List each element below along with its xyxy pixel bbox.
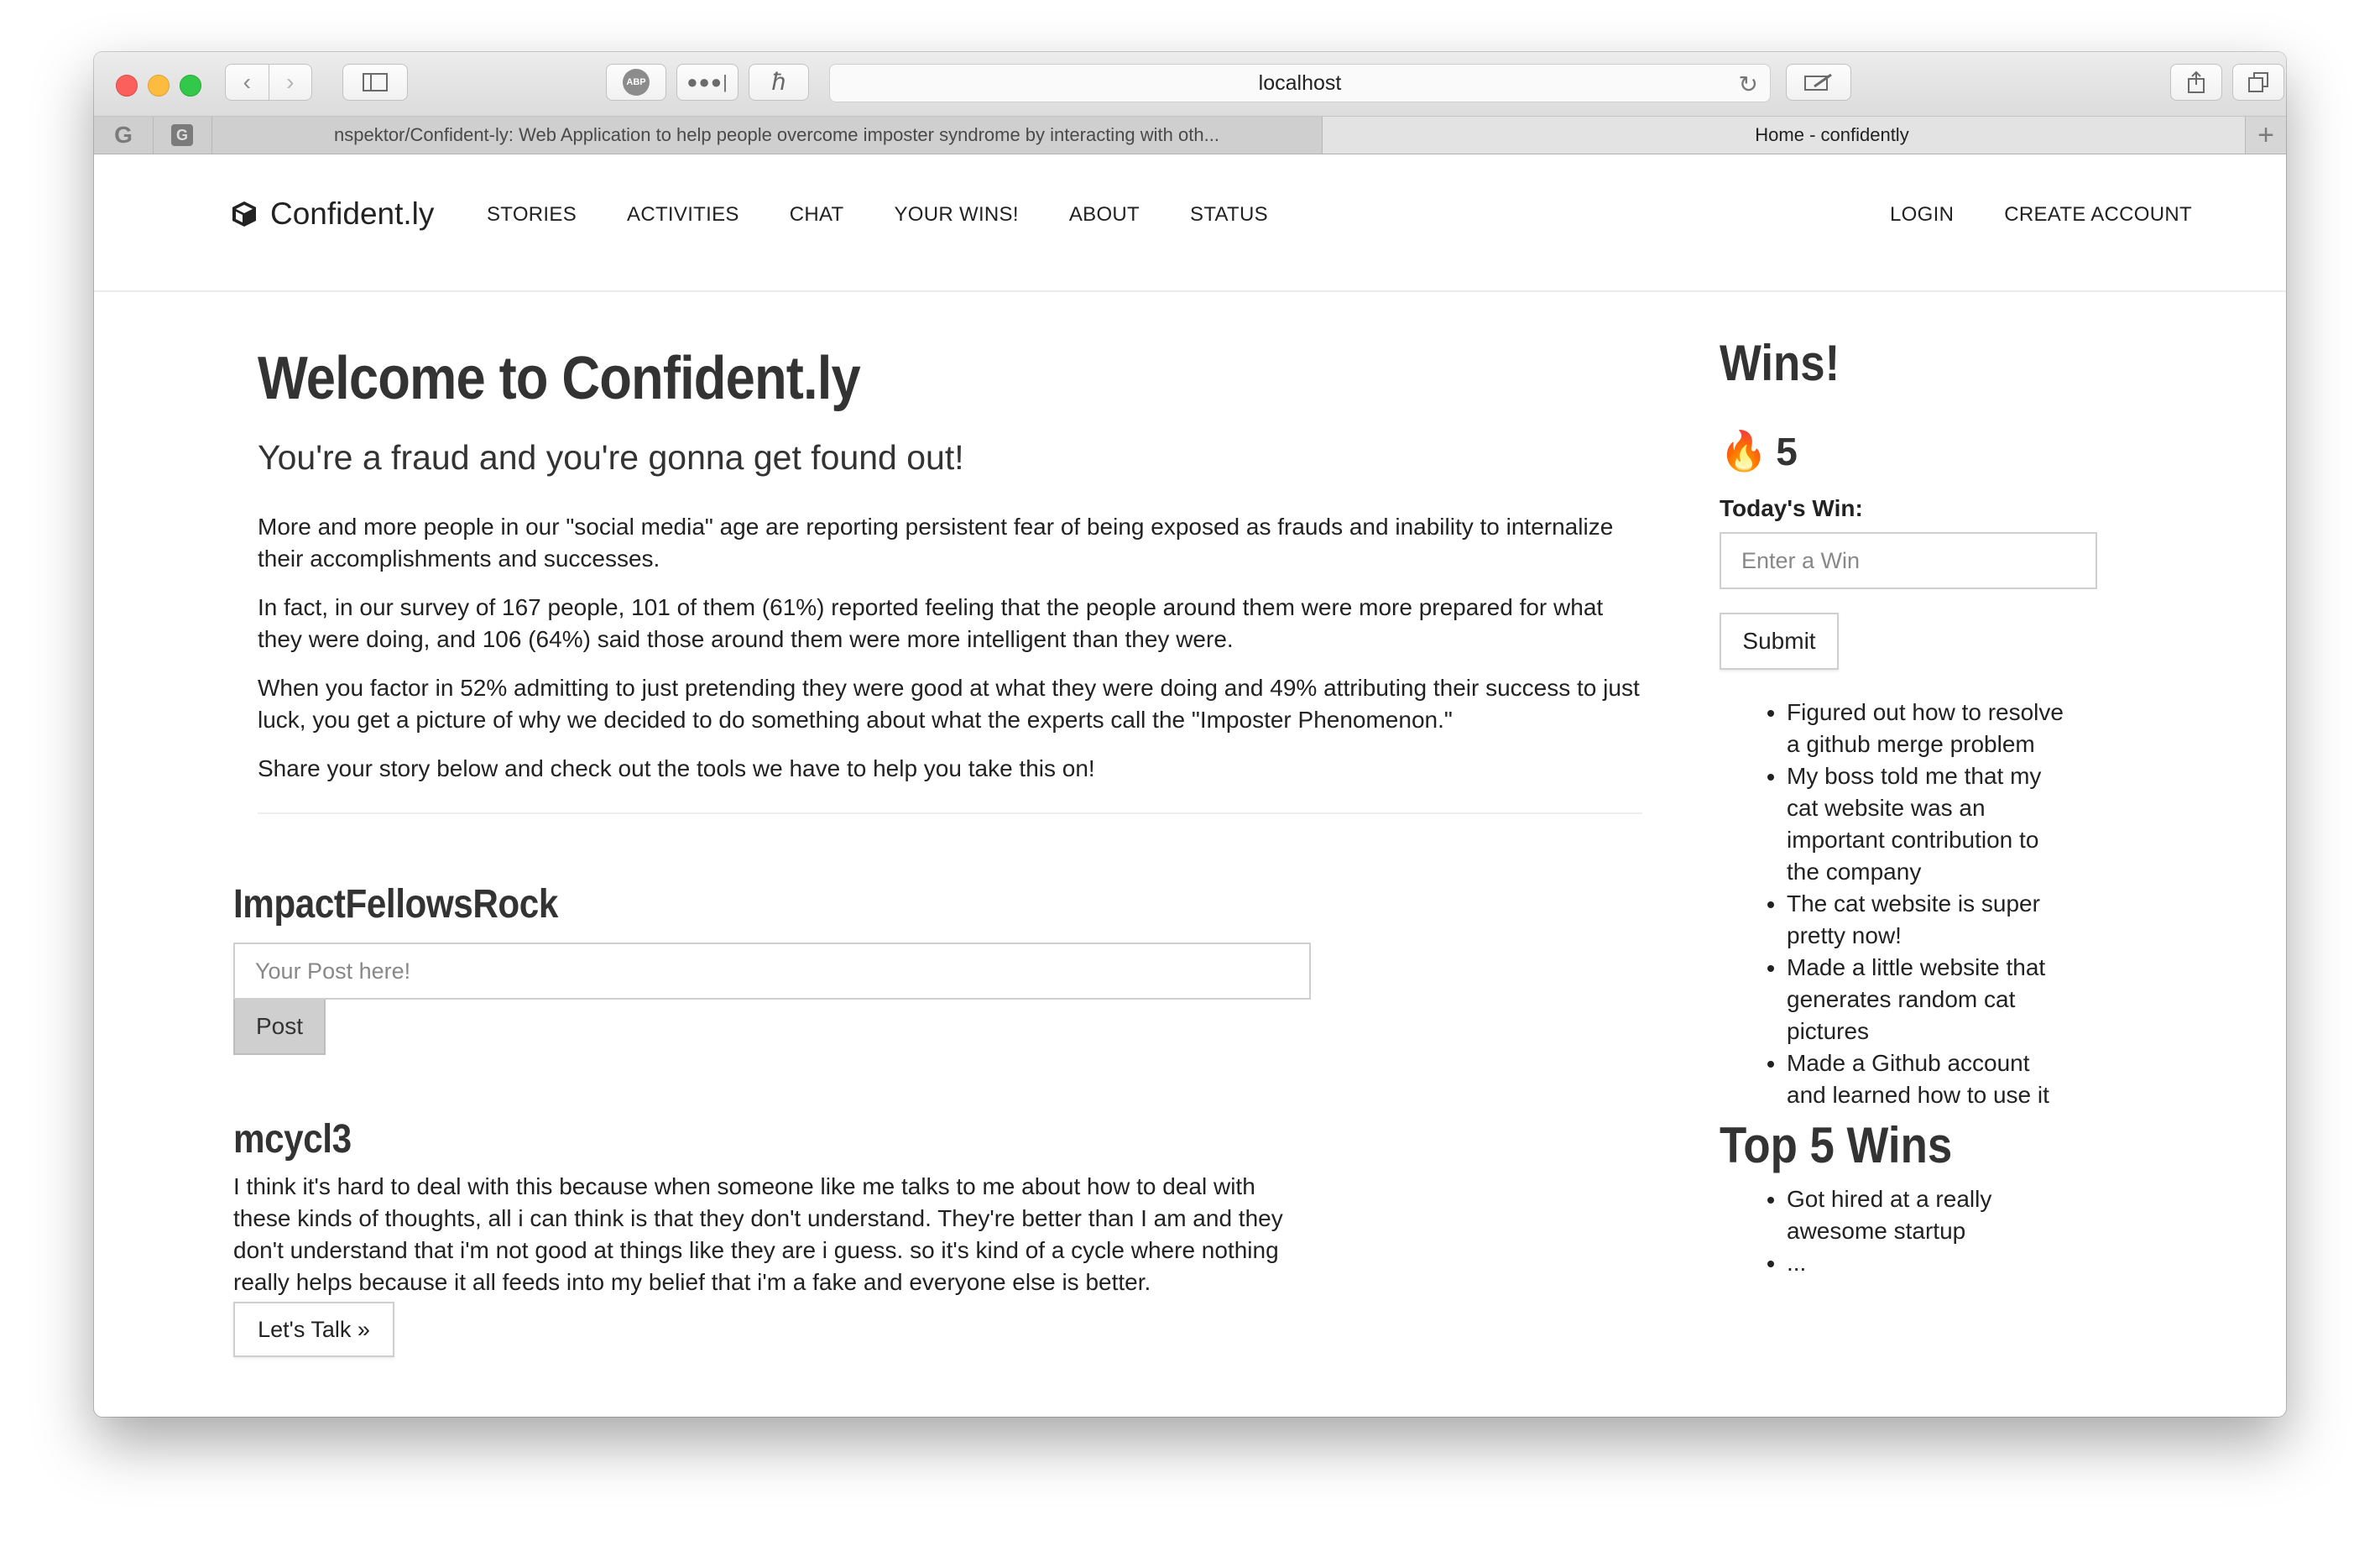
story-text: I think it's hard to deal with this beca…: [233, 1173, 1283, 1295]
pinned-tab-google[interactable]: G: [94, 117, 154, 154]
back-icon[interactable]: ‹: [226, 65, 269, 100]
account-nav: LOGIN CREATE ACCOUNT: [1890, 203, 2192, 227]
wins-title: Wins!: [1720, 335, 1840, 391]
nav-link-chat[interactable]: CHAT: [790, 203, 844, 227]
hero-paragraph: In fact, in our survey of 167 people, 10…: [258, 594, 1604, 652]
plus-icon: +: [2257, 118, 2274, 151]
browser-window: ‹ › ABP ●●●| ħ localhost ↻ G G nspektor/…: [94, 52, 2286, 1417]
tabs-icon: [2248, 72, 2268, 92]
top-wins-list: Got hired at a really awesome startup ..…: [1720, 1183, 2072, 1279]
nav-link-status[interactable]: STATUS: [1190, 203, 1268, 227]
hero-paragraph: Share your story below and check out the…: [258, 755, 1095, 781]
share-icon: [2188, 70, 2205, 93]
post-username: ImpactFellowsRock: [233, 882, 558, 927]
streak-count: 5: [1776, 429, 1798, 473]
brand-link[interactable]: Confident.ly: [230, 196, 434, 232]
todays-win-label: Today's Win:: [1720, 495, 1863, 521]
more-extensions-button[interactable]: ●●●|: [676, 64, 739, 101]
win-item: The cat website is super pretty now!: [1787, 888, 2072, 952]
cube-icon: [232, 201, 256, 227]
fire-icon: 🔥: [1720, 429, 1768, 473]
top-win-item: ...: [1787, 1247, 2072, 1279]
honey-extension-button[interactable]: ħ: [749, 64, 809, 101]
post-input[interactable]: [233, 943, 1311, 1000]
hero: Welcome to Confident.ly You're a fraud a…: [258, 344, 1642, 802]
pencil-icon: [1804, 73, 1832, 91]
site-navbar: Confident.ly STORIES ACTIVITIES CHAT YOU…: [94, 154, 2286, 292]
tab-github[interactable]: nspektor/Confident-ly: Web Application t…: [250, 117, 1323, 154]
story-card: mcycl3 I think it's hard to deal with th…: [233, 1116, 1316, 1357]
story-author: mcycl3: [233, 1117, 352, 1162]
ellipsis-icon: ●●●|: [686, 71, 728, 92]
lets-talk-button[interactable]: Let's Talk »: [233, 1302, 394, 1357]
hero-lead: You're a fraud and you're gonna get foun…: [258, 438, 964, 477]
nav-link-about[interactable]: ABOUT: [1069, 203, 1140, 227]
submit-win-button[interactable]: Submit: [1720, 613, 1839, 670]
new-post-section: ImpactFellowsRock Post: [233, 881, 1316, 1055]
login-link[interactable]: LOGIN: [1890, 203, 1954, 227]
tab-title: nspektor/Confident-ly: Web Application t…: [334, 124, 1219, 145]
page-title: Welcome to Confident.ly: [258, 345, 861, 412]
pinned-tab-google-2[interactable]: G: [153, 117, 212, 154]
reader-button[interactable]: [1786, 64, 1851, 101]
create-account-link[interactable]: CREATE ACCOUNT: [2004, 203, 2192, 227]
forward-icon[interactable]: ›: [268, 65, 312, 100]
post-button[interactable]: Post: [233, 1000, 326, 1055]
top-win-item: Got hired at a really awesome startup: [1787, 1183, 2072, 1247]
tab-home[interactable]: Home - confidently: [1323, 117, 2286, 154]
win-item: My boss told me that my cat website was …: [1787, 760, 2072, 888]
minimize-window-button[interactable]: [148, 75, 170, 97]
google-icon: G: [114, 122, 133, 148]
tab-title: Home - confidently: [1755, 124, 1909, 145]
wins-list: Figured out how to resolve a github merg…: [1720, 697, 2072, 1111]
browser-toolbar: ‹ › ABP ●●●| ħ localhost ↻: [94, 52, 2286, 117]
extension-h-icon: ħ: [771, 68, 786, 96]
adblock-button[interactable]: ABP: [606, 64, 666, 101]
nav-link-stories[interactable]: STORIES: [487, 203, 577, 227]
sidebar-icon: [363, 73, 388, 91]
tab-bar: G G nspektor/Confident-ly: Web Applicati…: [94, 117, 2286, 154]
story-author: ewats90: [233, 1410, 1186, 1417]
win-input[interactable]: [1720, 532, 2097, 589]
reload-icon[interactable]: ↻: [1739, 70, 1758, 98]
sidebar-toggle-button[interactable]: [342, 64, 408, 101]
win-item: Made a Github account and learned how to…: [1787, 1047, 2072, 1111]
new-tab-button[interactable]: +: [2245, 117, 2286, 154]
story-card: ewats90: [233, 1410, 1316, 1417]
address-text: localhost: [1258, 70, 1342, 95]
win-item: Made a little website that generates ran…: [1787, 952, 2072, 1047]
share-button[interactable]: [2170, 64, 2222, 101]
brand-name: Confident.ly: [270, 196, 435, 231]
google-box-icon: G: [171, 124, 193, 146]
back-forward-control: ‹ ›: [225, 64, 312, 101]
tabs-overview-button[interactable]: [2232, 64, 2284, 101]
address-bar[interactable]: localhost ↻: [829, 64, 1771, 102]
nav-link-activities[interactable]: ACTIVITIES: [627, 203, 739, 227]
adblock-icon: ABP: [623, 69, 650, 96]
main-nav: STORIES ACTIVITIES CHAT YOUR WINS! ABOUT…: [487, 203, 1318, 227]
close-window-button[interactable]: [116, 75, 138, 97]
top-wins-title: Top 5 Wins: [1720, 1117, 1953, 1173]
hero-paragraph: When you factor in 52% admitting to just…: [258, 675, 1640, 733]
nav-link-your-wins[interactable]: YOUR WINS!: [894, 203, 1018, 227]
streak-counter: 🔥 5: [1720, 428, 1798, 474]
zoom-window-button[interactable]: [180, 75, 201, 97]
win-item: Figured out how to resolve a github merg…: [1787, 697, 2072, 760]
divider: [258, 812, 1642, 814]
hero-paragraph: More and more people in our "social medi…: [258, 514, 1614, 572]
